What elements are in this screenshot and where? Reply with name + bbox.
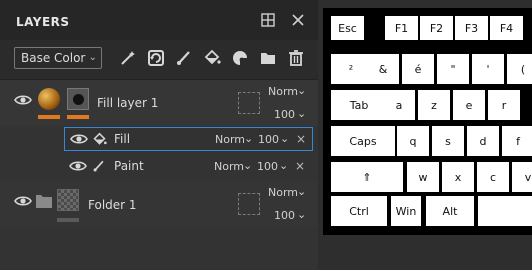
folder-thumbnail (57, 189, 79, 211)
key-s[interactable]: s (432, 126, 464, 156)
key-f2[interactable]: F2 (420, 16, 453, 40)
key-double-quote[interactable]: " (437, 54, 469, 84)
key-esc[interactable]: Esc (331, 16, 364, 40)
key-q[interactable]: q (397, 126, 429, 156)
remove-effect-icon[interactable]: × (295, 159, 305, 173)
eye-icon[interactable] (70, 133, 88, 145)
chevron-down-icon: ⌄ (243, 159, 253, 172)
layer-thumbnail-underline (38, 115, 60, 119)
layers-panel: LAYERS Base Color ⌄ Fill layer 1 Norm ⌄ … (0, 0, 318, 270)
brush-icon (93, 160, 104, 172)
layer-thumbnail (38, 88, 60, 110)
key-z[interactable]: z (418, 90, 450, 120)
key-f3[interactable]: F3 (455, 16, 488, 40)
trash-icon[interactable] (287, 49, 305, 67)
layer-row-folder-1[interactable]: Folder 1 Norm ⌄ 100 ⌄ (0, 181, 318, 227)
key-e[interactable]: e (453, 90, 485, 120)
effect-opacity[interactable]: 100 (258, 133, 279, 146)
key-f1[interactable]: F1 (385, 16, 418, 40)
remove-effect-icon[interactable]: × (296, 132, 306, 146)
effect-opacity[interactable]: 100 (257, 160, 278, 173)
key-tab[interactable]: Tab (331, 90, 387, 120)
fill-bucket-icon[interactable] (203, 49, 221, 67)
effect-row-fill[interactable]: Fill Norm ⌄ 100 ⌄ × (64, 127, 313, 151)
key-v[interactable]: v (512, 162, 532, 192)
effect-row-paint[interactable]: Paint Norm ⌄ 100 ⌄ × (64, 154, 313, 178)
effect-name: Paint (114, 159, 144, 173)
mask-thumbnail (67, 88, 89, 110)
key-r[interactable]: r (488, 90, 520, 120)
layer-row-fill-layer-1[interactable]: Fill layer 1 Norm ⌄ 100 ⌄ (0, 80, 318, 126)
key-ctrl[interactable]: Ctrl (331, 196, 387, 226)
layer-blend-mode[interactable]: Norm (268, 85, 298, 98)
refresh-icon[interactable] (147, 49, 165, 67)
layer-mask-slot[interactable] (238, 193, 260, 215)
layer-blend-mode[interactable]: Norm (268, 186, 298, 199)
folder-icon (36, 195, 52, 208)
chevron-down-icon: ⌄ (279, 159, 289, 172)
fill-bucket-icon (93, 132, 107, 145)
eye-icon[interactable] (14, 94, 32, 106)
effect-blend-mode[interactable]: Norm (214, 160, 244, 173)
layer-opacity[interactable]: 100 (274, 108, 295, 121)
folder-icon[interactable] (259, 49, 277, 67)
chevron-down-icon: ⌄ (297, 84, 307, 97)
chevron-down-icon: ⌄ (297, 208, 307, 221)
key-space[interactable] (478, 196, 532, 226)
chevron-down-icon: ⌄ (297, 107, 307, 120)
key-d[interactable]: d (467, 126, 499, 156)
key-c[interactable]: c (477, 162, 509, 192)
on-screen-keyboard: Esc F1 F2 F3 F4 ² & é " ' ( Tab a z e r … (323, 8, 532, 235)
blend-mode-select[interactable]: Base Color ⌄ (14, 47, 102, 69)
magic-wand-icon[interactable] (119, 49, 137, 67)
key-shift[interactable]: ⇑ (331, 162, 403, 192)
blend-mode-select-value: Base Color (21, 51, 86, 65)
brush-icon[interactable] (175, 49, 193, 67)
key-single-quote[interactable]: ' (472, 54, 504, 84)
eye-icon[interactable] (14, 195, 32, 207)
panel-title: LAYERS (16, 15, 70, 29)
key-f4[interactable]: F4 (490, 16, 523, 40)
layer-name: Fill layer 1 (97, 96, 159, 110)
chevron-down-icon: ⌄ (297, 185, 307, 198)
palette-icon[interactable] (231, 49, 249, 67)
key-alt[interactable]: Alt (426, 196, 474, 226)
chevron-down-icon: ⌄ (88, 52, 97, 63)
key-a[interactable]: a (383, 90, 415, 120)
layer-name: Folder 1 (88, 198, 137, 212)
key-e-acute[interactable]: é (402, 54, 434, 84)
effect-name: Fill (114, 132, 131, 146)
key-win[interactable]: Win (391, 196, 421, 226)
key-w[interactable]: w (407, 162, 439, 192)
folder-thumbnail-underline (57, 218, 79, 222)
key-ampersand[interactable]: & (367, 54, 399, 84)
layer-opacity[interactable]: 100 (274, 209, 295, 222)
layer-mask-slot[interactable] (238, 92, 260, 114)
effect-blend-mode[interactable]: Norm (215, 133, 245, 146)
key-open-paren[interactable]: ( (507, 54, 532, 84)
eye-icon[interactable] (69, 160, 87, 172)
chevron-down-icon: ⌄ (244, 132, 254, 145)
mask-thumbnail-underline (67, 115, 89, 119)
key-x[interactable]: x (442, 162, 474, 192)
close-icon[interactable] (291, 13, 305, 27)
panel-titlebar: LAYERS (0, 0, 318, 40)
key-caps[interactable]: Caps (331, 126, 395, 156)
chevron-down-icon: ⌄ (280, 132, 290, 145)
key-f[interactable]: f (502, 126, 532, 156)
dock-icon[interactable] (261, 13, 275, 27)
key-superscript-2[interactable]: ² (331, 54, 371, 84)
